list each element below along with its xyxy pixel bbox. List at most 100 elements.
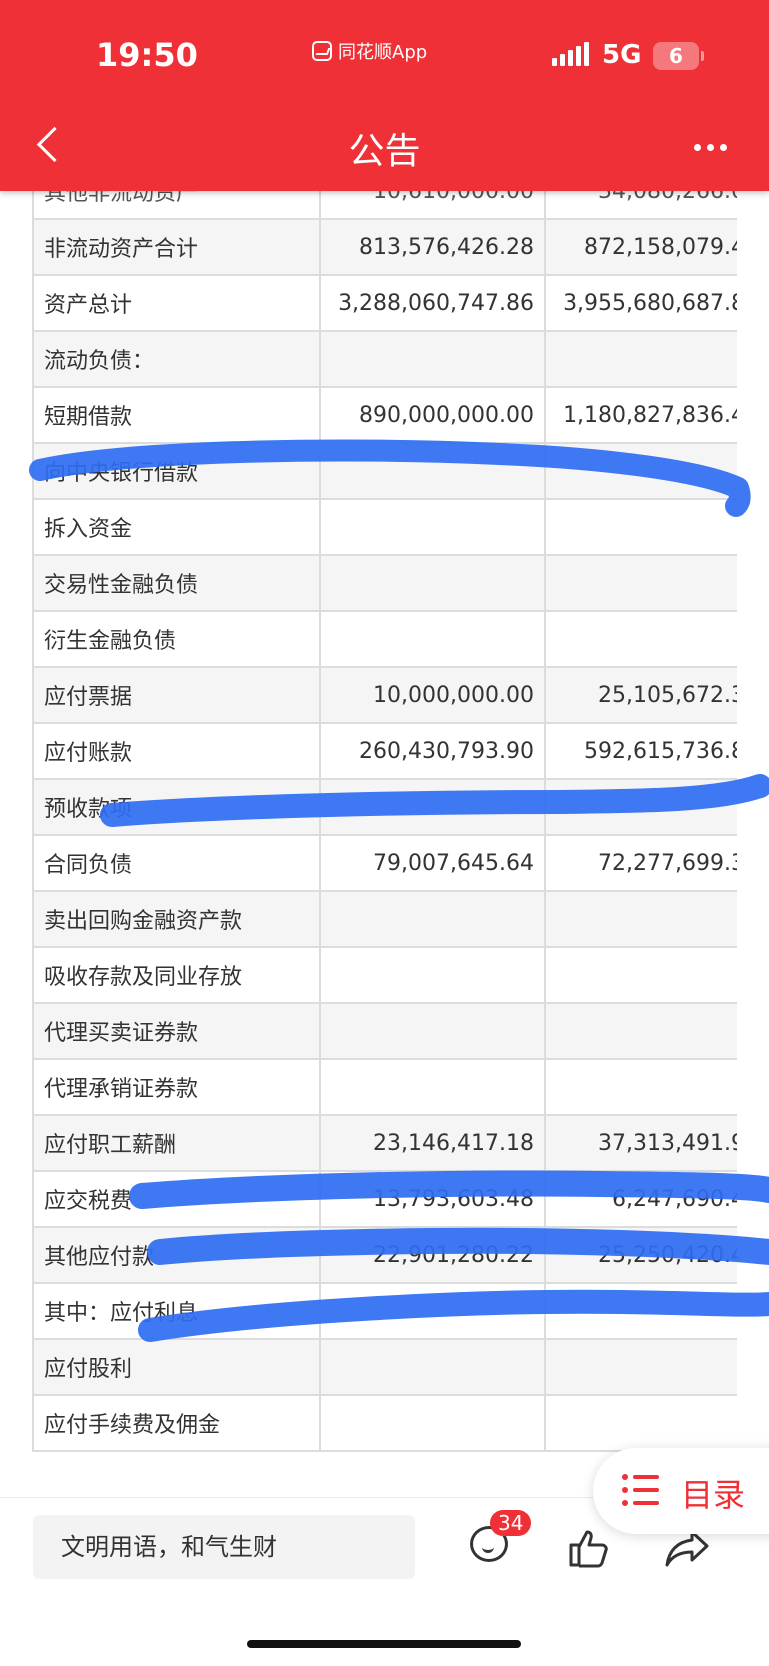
row-value-period-2: 592,615,736.85 bbox=[544, 722, 737, 780]
table-row: 衍生金融负债 bbox=[32, 610, 737, 668]
row-value-period-1 bbox=[319, 330, 546, 388]
row-value-period-1 bbox=[319, 778, 546, 836]
table-row: 应付手续费及佣金 bbox=[32, 1394, 737, 1452]
row-label: 吸收存款及同业存放 bbox=[32, 946, 321, 1004]
row-value-period-1 bbox=[319, 1002, 546, 1060]
list-icon bbox=[622, 1474, 659, 1506]
row-value-period-2: 37,313,491.96 bbox=[544, 1114, 737, 1172]
row-label: 应付账款 bbox=[32, 722, 321, 780]
row-value-period-1 bbox=[319, 498, 546, 556]
row-label: 拆入资金 bbox=[32, 498, 321, 556]
signal-icon bbox=[552, 42, 589, 66]
row-value-period-2: 72,277,699.39 bbox=[544, 834, 737, 892]
table-row: 其他应付款22,901,280.2225,250,420.43 bbox=[32, 1226, 737, 1284]
more-dots-icon[interactable] bbox=[694, 137, 734, 157]
row-value-period-1 bbox=[319, 1282, 546, 1340]
row-label: 应付股利 bbox=[32, 1338, 321, 1396]
table-row: 非流动资产合计813,576,426.28872,158,079.49 bbox=[32, 218, 737, 276]
app-logo-icon bbox=[312, 41, 332, 61]
row-value-period-1: 813,576,426.28 bbox=[319, 218, 546, 276]
row-label: 应付职工薪酬 bbox=[32, 1114, 321, 1172]
row-label: 应交税费 bbox=[32, 1170, 321, 1228]
row-label: 其他应付款 bbox=[32, 1226, 321, 1284]
row-value-period-2 bbox=[544, 778, 737, 836]
page-title: 公告 bbox=[348, 131, 421, 172]
table-row: 交易性金融负债 bbox=[32, 554, 737, 612]
top-header: 19:50 同花顺App 5G 6 公告 bbox=[0, 0, 769, 191]
table-row: 应付账款260,430,793.90592,615,736.85 bbox=[32, 722, 737, 780]
row-value-period-2 bbox=[544, 890, 737, 948]
row-value-period-1 bbox=[319, 890, 546, 948]
row-label: 应付手续费及佣金 bbox=[32, 1394, 321, 1452]
row-label: 卖出回购金融资产款 bbox=[32, 890, 321, 948]
row-value-period-1 bbox=[319, 554, 546, 612]
table-row: 其中：应付利息 bbox=[32, 1282, 737, 1340]
row-value-period-2 bbox=[544, 554, 737, 612]
toc-button[interactable]: 目录 bbox=[593, 1448, 769, 1534]
row-label: 代理买卖证券款 bbox=[32, 1002, 321, 1060]
row-value-period-1 bbox=[319, 1394, 546, 1452]
row-value-period-2: 25,105,672.37 bbox=[544, 666, 737, 724]
network-type: 5G bbox=[602, 40, 642, 70]
table-row: 应交税费13,793,603.486,247,690.46 bbox=[32, 1170, 737, 1228]
table-row: 短期借款890,000,000.001,180,827,836.42 bbox=[32, 386, 737, 444]
row-label: 其中：应付利息 bbox=[32, 1282, 321, 1340]
row-label: 应付票据 bbox=[32, 666, 321, 724]
row-label: 流动负债： bbox=[32, 330, 321, 388]
table-row: 拆入资金 bbox=[32, 498, 737, 556]
row-label: 非流动资产合计 bbox=[32, 218, 321, 276]
toc-label: 目录 bbox=[681, 1476, 746, 1514]
row-value-period-1: 3,288,060,747.86 bbox=[319, 274, 546, 332]
share-icon[interactable] bbox=[664, 1528, 710, 1568]
row-label: 代理承销证券款 bbox=[32, 1058, 321, 1116]
table-row: 向中央银行借款 bbox=[32, 442, 737, 500]
row-value-period-2 bbox=[544, 1058, 737, 1116]
status-time: 19:50 bbox=[96, 36, 198, 74]
row-value-period-1 bbox=[319, 610, 546, 668]
status-app-name: 同花顺App bbox=[338, 42, 428, 63]
row-label: 预收款项 bbox=[32, 778, 321, 836]
row-value-period-2: 872,158,079.49 bbox=[544, 218, 737, 276]
thumbs-up-icon[interactable] bbox=[568, 1528, 608, 1568]
balance-sheet-table: 其他非流动资产10,610,000.0034,080,266.00非流动资产合计… bbox=[32, 162, 737, 1497]
row-value-period-2: 1,180,827,836.42 bbox=[544, 386, 737, 444]
row-label: 向中央银行借款 bbox=[32, 442, 321, 500]
row-value-period-1 bbox=[319, 1058, 546, 1116]
row-value-period-1: 13,793,603.48 bbox=[319, 1170, 546, 1228]
row-value-period-1 bbox=[319, 442, 546, 500]
row-value-period-2 bbox=[544, 1282, 737, 1340]
row-label: 衍生金融负债 bbox=[32, 610, 321, 668]
row-value-period-2 bbox=[544, 1002, 737, 1060]
row-value-period-1: 22,901,280.22 bbox=[319, 1226, 546, 1284]
table-row: 流动负债： bbox=[32, 330, 737, 388]
row-value-period-1: 23,146,417.18 bbox=[319, 1114, 546, 1172]
row-value-period-1: 10,000,000.00 bbox=[319, 666, 546, 724]
row-value-period-1 bbox=[319, 1338, 546, 1396]
row-label: 交易性金融负债 bbox=[32, 554, 321, 612]
status-app-indicator[interactable]: 同花顺App bbox=[312, 38, 427, 64]
row-value-period-2: 6,247,690.46 bbox=[544, 1170, 737, 1228]
table-row: 合同负债79,007,645.6472,277,699.39 bbox=[32, 834, 737, 892]
data-table: 其他非流动资产10,610,000.0034,080,266.00非流动资产合计… bbox=[32, 162, 737, 1452]
row-value-period-2 bbox=[544, 498, 737, 556]
comment-input[interactable]: 文明用语，和气生财 bbox=[33, 1515, 415, 1579]
row-value-period-2 bbox=[544, 330, 737, 388]
battery-icon: 6 bbox=[653, 42, 704, 70]
row-value-period-2 bbox=[544, 442, 737, 500]
table-row: 卖出回购金融资产款 bbox=[32, 890, 737, 948]
table-row: 应付股利 bbox=[32, 1338, 737, 1396]
row-label: 资产总计 bbox=[32, 274, 321, 332]
table-row: 应付票据10,000,000.0025,105,672.37 bbox=[32, 666, 737, 724]
row-value-period-2 bbox=[544, 946, 737, 1004]
table-row: 应付职工薪酬23,146,417.1837,313,491.96 bbox=[32, 1114, 737, 1172]
row-value-period-2 bbox=[544, 1394, 737, 1452]
row-value-period-1: 79,007,645.64 bbox=[319, 834, 546, 892]
table-row: 资产总计3,288,060,747.863,955,680,687.88 bbox=[32, 274, 737, 332]
row-value-period-2 bbox=[544, 610, 737, 668]
row-value-period-1: 890,000,000.00 bbox=[319, 386, 546, 444]
table-row: 代理买卖证券款 bbox=[32, 1002, 737, 1060]
row-value-period-2 bbox=[544, 1338, 737, 1396]
row-value-period-2: 3,955,680,687.88 bbox=[544, 274, 737, 332]
table-row: 预收款项 bbox=[32, 778, 737, 836]
row-value-period-1 bbox=[319, 946, 546, 1004]
